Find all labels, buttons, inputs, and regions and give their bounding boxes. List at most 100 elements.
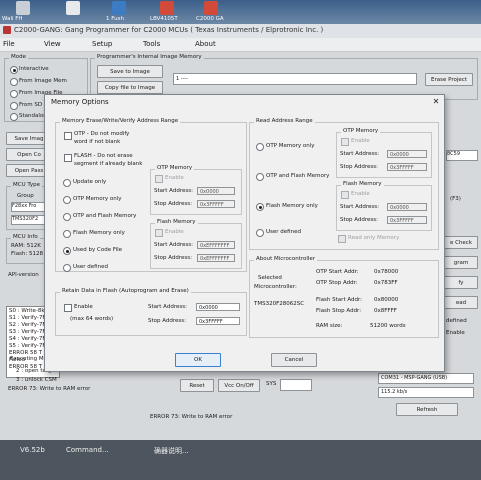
mcu-info-title: MCU Info — [11, 234, 40, 240]
reset-button[interactable]: Reset — [180, 379, 214, 392]
defined-label: defined — [446, 318, 467, 324]
mode-title: Mode — [9, 54, 28, 60]
menu-file[interactable]: File — [3, 40, 15, 48]
retain-enable-checkbox[interactable] — [64, 304, 72, 312]
retain-data-group: Retain Data in Flash (Autoprogram and Er… — [55, 288, 247, 336]
read-option-radio[interactable] — [256, 203, 264, 211]
flash-stop-value: 0x8FFFF — [374, 308, 397, 314]
copy-file-to-image-button[interactable]: Copy file to Image — [97, 81, 163, 94]
read-otp-stop-field[interactable]: 0x3FFFFF — [387, 163, 427, 171]
microcontroller-label: Microcontroller: — [254, 284, 297, 290]
write-option-radio[interactable] — [63, 230, 71, 238]
read-option-radio[interactable] — [256, 173, 264, 181]
save-to-image-button[interactable]: Save to Image — [97, 65, 163, 78]
write-otp-start-label: Start Address: — [154, 188, 193, 194]
read-flash-start-field[interactable]: 0x0000 — [387, 203, 427, 211]
mcu-type-group: MCU Type Group F28xx Fro TMS320F2 — [6, 182, 48, 230]
write-flash-enable-checkbox[interactable] — [155, 229, 163, 237]
blank-check-button[interactable]: e Check — [444, 236, 478, 249]
ok-button[interactable]: OK — [175, 353, 221, 367]
verify-button[interactable]: fy — [444, 276, 478, 289]
desktop-ti-icon-2[interactable] — [204, 1, 218, 15]
write-option-label: OTP and Flash Memory — [73, 213, 137, 219]
menu-view[interactable]: View — [44, 40, 61, 48]
read-otp-enable-label: Enable — [351, 138, 370, 144]
window-title: C2000-GANG: Gang Programmer for C2000 MC… — [14, 26, 324, 34]
mcu-ram: RAM: 512K — [11, 243, 41, 249]
com-port-select[interactable]: COM31 - MSP-GANG (USB) — [378, 373, 474, 384]
write-option-radio[interactable] — [63, 213, 71, 221]
vcc-onoff-button[interactable]: Vcc On/Off — [218, 379, 260, 392]
title-bar: C2000-GANG: Gang Programmer for C2000 MC… — [0, 24, 481, 39]
menu-about[interactable]: About — [195, 40, 216, 48]
write-flash-start-label: Start Address: — [154, 242, 193, 248]
group-select[interactable]: F28xx Fro — [11, 202, 45, 212]
program-button[interactable]: gram — [444, 256, 478, 269]
desktop-label: Wali FH — [2, 16, 23, 22]
mode-radio[interactable] — [10, 66, 18, 74]
read-option-radio[interactable] — [256, 143, 264, 151]
read-flash-stop-label: Stop Address: — [340, 217, 379, 223]
enable-label: Enable — [446, 330, 465, 336]
checksum-field: 8C59 — [446, 150, 478, 161]
read-otp-stop-label: Stop Address: — [340, 164, 379, 170]
desktop-folder-icon[interactable] — [112, 1, 126, 15]
write-flash-start-field[interactable]: 0xEFFFFFFF — [197, 241, 235, 249]
desktop-app-icon[interactable] — [16, 1, 30, 15]
write-otp-enable-checkbox[interactable] — [155, 175, 163, 183]
write-otp-title: OTP Memory — [155, 165, 195, 171]
ram-size-value: 51200 words — [370, 323, 406, 329]
read-otp-start-field[interactable]: 0x0000 — [387, 150, 427, 158]
write-flash-stop-field[interactable]: 0xEFFFFFFF — [197, 254, 235, 262]
read-flash-stop-field[interactable]: 0x3FFFFF — [387, 216, 427, 224]
otp-stop-value: 0x783FF — [374, 280, 398, 286]
write-otp-enable-label: Enable — [165, 175, 184, 181]
desktop-label: 1 Fush — [106, 16, 124, 22]
read-flash-enable-label: Enable — [351, 191, 370, 197]
write-otp-stop-field[interactable]: 0x3FFFFF — [197, 200, 235, 208]
refresh-button[interactable]: Refresh — [396, 403, 458, 416]
write-otp-start-field[interactable]: 0x0000 — [197, 187, 235, 195]
baud-rate-select[interactable]: 115.2 kb/s — [378, 387, 474, 398]
flash-no-erase-checkbox[interactable] — [64, 154, 72, 162]
erase-project-button[interactable]: Erase Project — [425, 73, 473, 86]
write-option-radio[interactable] — [63, 179, 71, 187]
write-option-radio[interactable] — [63, 247, 71, 255]
desktop-ti-icon[interactable] — [160, 1, 174, 15]
write-option-radio[interactable] — [63, 264, 71, 272]
otp-no-modify-checkbox[interactable] — [64, 132, 72, 140]
mode-radio[interactable] — [10, 102, 18, 110]
read-range-group: Read Address Range OTP Memory only OTP a… — [249, 118, 439, 250]
write-option-radio[interactable] — [63, 196, 71, 204]
mode-radio[interactable] — [10, 90, 18, 98]
menu-setup[interactable]: Setup — [92, 40, 112, 48]
image-select[interactable]: 1 ---- — [173, 73, 417, 85]
read-only-memory-checkbox[interactable] — [338, 235, 346, 243]
mode-radio[interactable] — [10, 78, 18, 86]
desktop-file-icon[interactable] — [66, 1, 80, 15]
read-option-label: Flash Memory only — [266, 203, 318, 209]
retain-start-field[interactable]: 0x0000 — [196, 303, 240, 311]
read-otp-enable-checkbox[interactable] — [341, 138, 349, 146]
menu-tools[interactable]: Tools — [143, 40, 160, 48]
read-otp-title: OTP Memory — [341, 128, 381, 134]
sys-field[interactable] — [280, 379, 312, 391]
close-icon[interactable]: ✕ — [431, 97, 441, 106]
cancel-button[interactable]: Cancel — [271, 353, 317, 367]
read-option-radio[interactable] — [256, 229, 264, 237]
read-otp-start-label: Start Address: — [340, 151, 379, 157]
read-option-label: OTP Memory only — [266, 143, 315, 149]
read-button[interactable]: ead — [444, 296, 478, 309]
command-label: Command... — [66, 446, 109, 454]
device-name: TMS320F28062SC — [254, 301, 305, 307]
selected-label: Selected — [258, 275, 282, 281]
retain-stop-field[interactable]: 0x3FFFFF — [196, 317, 240, 325]
write-range-title: Memory Erase/Write/Verify Address Range — [60, 118, 181, 124]
mode-label: From SD — [19, 102, 43, 108]
mcu-flash: Flash: 5128 — [11, 251, 44, 257]
read-flash-enable-checkbox[interactable] — [341, 191, 349, 199]
mode-radio[interactable] — [10, 113, 18, 121]
read-option-label: OTP and Flash Memory — [266, 173, 330, 179]
retain-stop-label: Stop Address: — [148, 318, 187, 324]
device-select[interactable]: TMS320F2 — [11, 215, 45, 225]
